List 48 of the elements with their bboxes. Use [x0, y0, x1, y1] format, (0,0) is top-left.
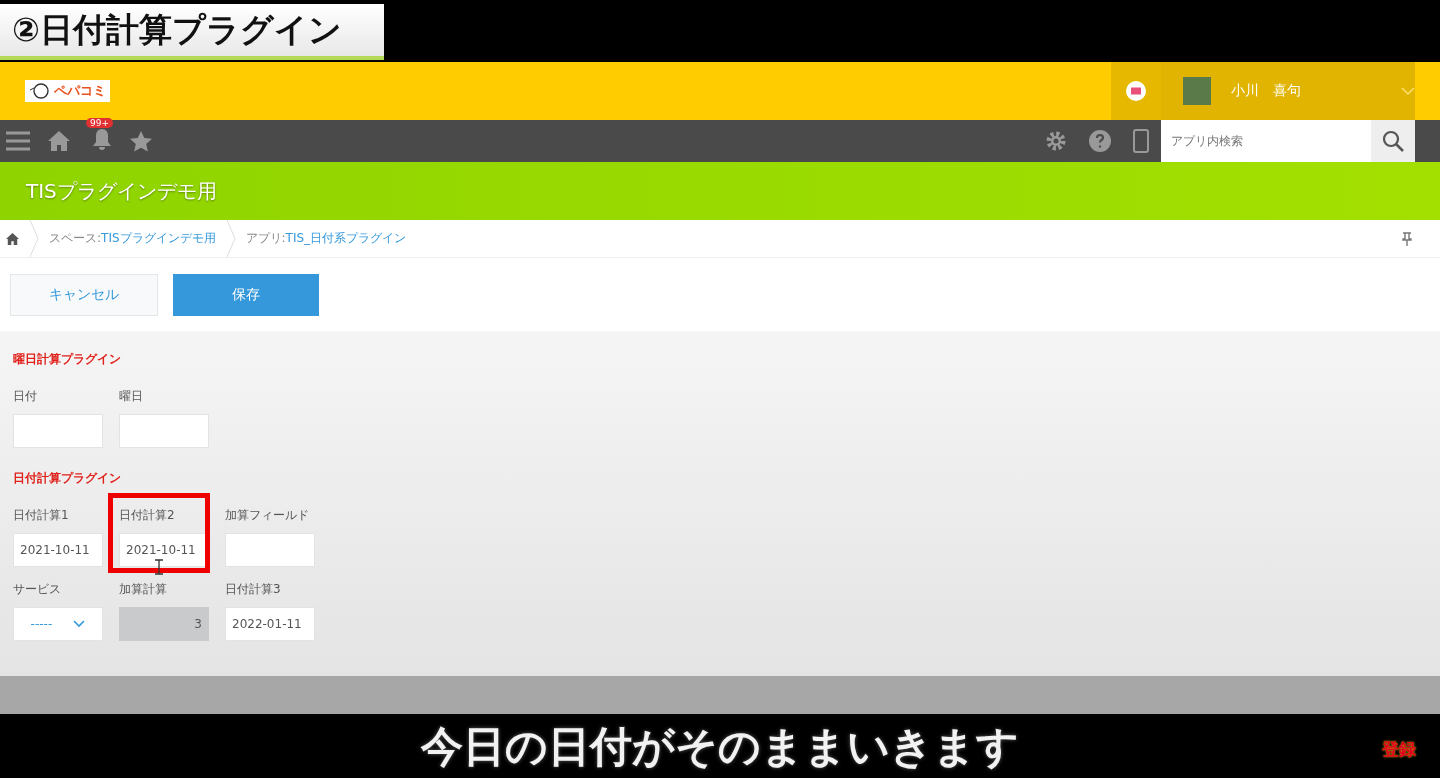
calculated-field: 3 [119, 607, 209, 641]
text-input[interactable] [119, 414, 209, 448]
menu-icon[interactable] [6, 131, 30, 151]
user-name[interactable]: 小川 喜句 [1231, 82, 1381, 100]
field-label: 日付計算1 [13, 507, 70, 524]
breadcrumb-separator-icon [225, 220, 236, 257]
notification-badge: 99+ [86, 118, 113, 128]
text-cursor-icon [154, 559, 164, 575]
dropdown[interactable]: ----- [13, 607, 103, 641]
subscribe-label: 登録 [1382, 738, 1416, 761]
logo: ペパコミ [25, 80, 110, 102]
search-field[interactable]: アプリ内検索 [1161, 120, 1371, 162]
space-title: TISプラグインデモ用 [26, 177, 217, 205]
home-icon[interactable] [48, 131, 70, 151]
bell-icon[interactable] [92, 128, 112, 150]
smartphone-icon[interactable] [1133, 129, 1149, 153]
text-input[interactable]: 2022-01-11 [225, 607, 315, 641]
text-input[interactable]: 2021-10-11 [13, 533, 103, 567]
breadcrumb-link[interactable]: TIS_日付系プラグイン [285, 230, 407, 247]
avatar [1183, 77, 1211, 105]
help-icon[interactable] [1089, 130, 1111, 152]
cancel-button[interactable]: キャンセル [10, 273, 158, 316]
field-label: サービス [13, 581, 62, 598]
home-icon[interactable] [6, 232, 19, 245]
breadcrumb-prefix: アプリ: [245, 230, 286, 247]
video-title: ②日付計算プラグイン [0, 4, 384, 60]
settings-icon[interactable] [1045, 130, 1067, 152]
text-input[interactable] [225, 533, 315, 567]
breadcrumb-prefix: スペース: [49, 230, 102, 247]
mail-icon[interactable] [1125, 80, 1147, 102]
search-icon [1382, 130, 1404, 152]
subtitle-caption: 今日の日付がそのままいきます [421, 720, 1019, 773]
field-label: 加算計算 [119, 581, 168, 598]
chevron-down-icon [73, 620, 86, 628]
text-input[interactable] [13, 414, 103, 448]
section-title: 日付計算プラグイン [13, 470, 122, 487]
breadcrumb-separator-icon [29, 220, 39, 257]
breadcrumb-link[interactable]: TISプラグインデモ用 [101, 230, 216, 247]
field-label: 加算フィールド [225, 507, 310, 524]
section-title: 曜日計算プラグイン [13, 351, 122, 368]
field-label: 日付計算3 [225, 581, 282, 598]
field-label: 曜日 [119, 388, 144, 405]
pin-icon[interactable] [1402, 231, 1412, 246]
star-icon[interactable] [130, 130, 152, 152]
save-button[interactable]: 保存 [173, 273, 319, 316]
field-label: 日付 [13, 388, 38, 405]
search-button[interactable] [1371, 120, 1415, 162]
field-label: 日付計算2 [119, 507, 176, 524]
